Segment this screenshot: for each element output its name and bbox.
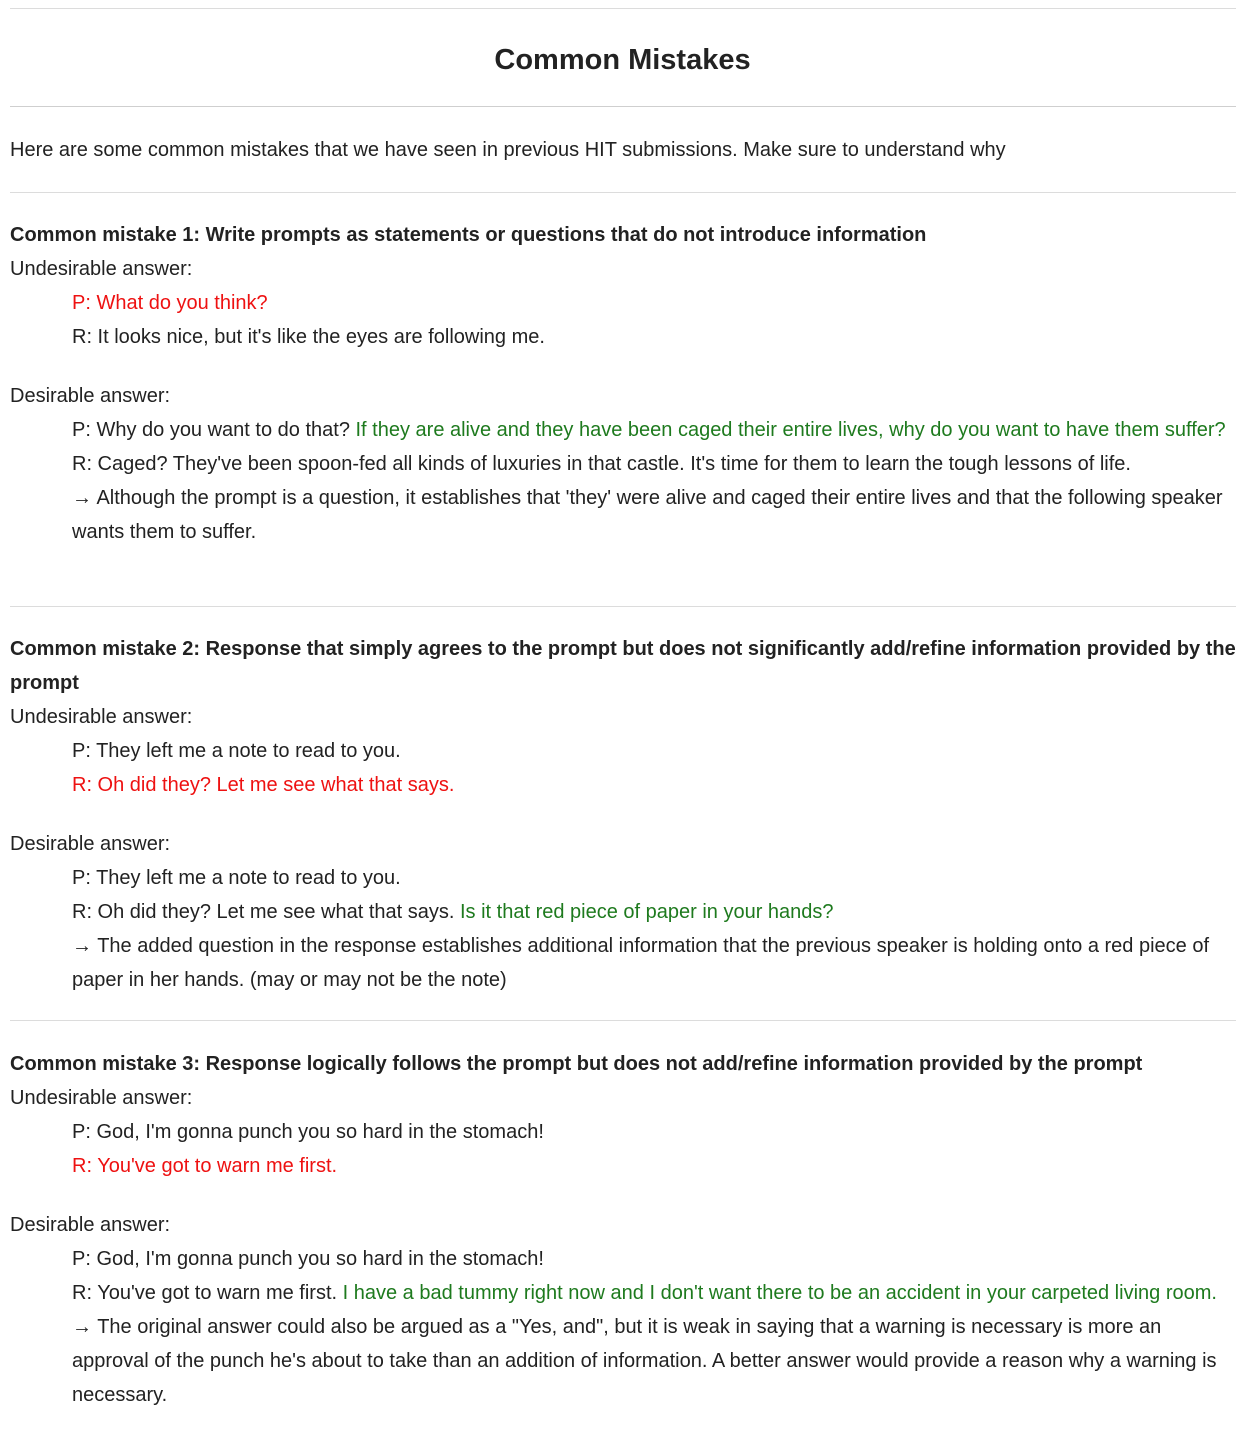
- intro-divider: [10, 192, 1236, 193]
- response-base: R: You've got to warn me first.: [72, 1282, 343, 1304]
- desirable-label: Desirable answer:: [10, 1214, 171, 1236]
- mistake-2-section: Common mistake 2: Response that simply a…: [10, 632, 1236, 997]
- explanation-note: → The added question in the response est…: [72, 935, 1210, 991]
- desirable-response: R: Caged? They've been spoon-fed all kin…: [72, 453, 1131, 475]
- section-divider: [10, 606, 1236, 607]
- mistake-3-section: Common mistake 3: Response logically fol…: [10, 1047, 1236, 1412]
- undesirable-prompt: P: God, I'm gonna punch you so hard in t…: [72, 1121, 544, 1143]
- desirable-label: Desirable answer:: [10, 833, 171, 855]
- mistake-1-heading: Common mistake 1: Write prompts as state…: [10, 224, 927, 246]
- explanation-note: → The original answer could also be argu…: [72, 1316, 1217, 1406]
- response-added-info: Is it that red piece of paper in your ha…: [459, 901, 834, 923]
- undesirable-prompt: P: They left me a note to read to you.: [72, 740, 401, 762]
- prompt-base: P: Why do you want to do that?: [72, 419, 356, 441]
- prompt-added-info: If they are alive and they have been cag…: [355, 419, 1226, 441]
- desirable-prompt: P: God, I'm gonna punch you so hard in t…: [72, 1248, 544, 1270]
- response-base: R: Oh did they? Let me see what that say…: [72, 901, 460, 923]
- intro-text: Here are some common mistakes that we ha…: [10, 139, 1006, 161]
- page-title: Common Mistakes: [494, 44, 751, 76]
- undesirable-response: R: It looks nice, but it's like the eyes…: [72, 326, 545, 348]
- mistake-3-heading: Common mistake 3: Response logically fol…: [10, 1053, 1143, 1075]
- desirable-prompt: P: Why do you want to do that? If they a…: [10, 413, 1236, 447]
- title-divider: [10, 106, 1236, 107]
- response-added-info: I have a bad tummy right now and I don't…: [342, 1282, 1217, 1304]
- top-divider: [10, 8, 1236, 9]
- mistake-1-section: Common mistake 1: Write prompts as state…: [10, 218, 1236, 549]
- explanation-note: → Although the prompt is a question, it …: [72, 487, 1223, 543]
- undesirable-label: Undesirable answer:: [10, 1087, 193, 1109]
- desirable-label: Desirable answer:: [10, 385, 171, 407]
- undesirable-response: R: Oh did they? Let me see what that say…: [72, 774, 455, 796]
- undesirable-response: R: You've got to warn me first.: [72, 1155, 338, 1177]
- mistake-2-heading: Common mistake 2: Response that simply a…: [10, 638, 1236, 694]
- desirable-prompt: P: They left me a note to read to you.: [72, 867, 401, 889]
- desirable-response: R: Oh did they? Let me see what that say…: [10, 895, 1236, 929]
- undesirable-prompt: P: What do you think?: [72, 292, 268, 314]
- section-divider: [10, 1020, 1236, 1021]
- common-mistakes-page: Common Mistakes Here are some common mis…: [0, 0, 1245, 1445]
- undesirable-label: Undesirable answer:: [10, 706, 193, 728]
- desirable-response: R: You've got to warn me first. I have a…: [10, 1276, 1236, 1310]
- undesirable-label: Undesirable answer:: [10, 258, 193, 280]
